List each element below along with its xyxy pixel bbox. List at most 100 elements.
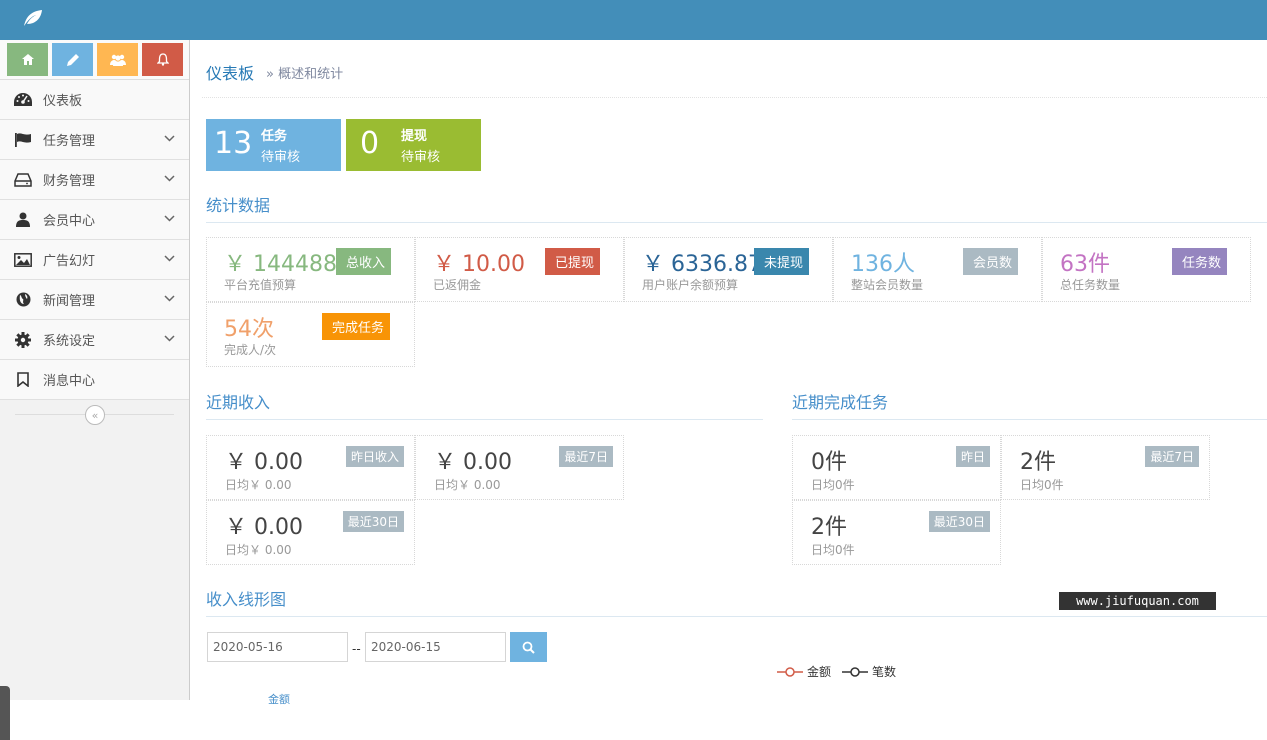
stat-ribbon: 会员数 (963, 248, 1028, 275)
stat-value: ￥ 10.00 (433, 252, 525, 277)
stat-value: ￥ 6336.87 (642, 252, 762, 277)
side-tab (0, 686, 10, 740)
income-yesterday: ￥ 0.00 日均￥ 0.00 昨日收入 (206, 435, 415, 500)
double-chevron-left-icon[interactable]: « (85, 405, 105, 425)
bell-shortcut-button[interactable] (142, 43, 183, 76)
cog-icon (13, 331, 33, 348)
stat-withdrawn: ￥ 10.00 已返佣金 已提现 (415, 237, 624, 302)
sidebar-item-dashboard[interactable]: 仪表板 (0, 80, 189, 120)
legend-line-marker (842, 666, 868, 677)
income-value: ￥ 0.00 (434, 450, 512, 475)
income-desc: 日均￥ 0.00 (225, 478, 292, 492)
flag-icon (13, 132, 33, 148)
hdd-icon (13, 172, 33, 188)
watermark: www.jiufuquan.com (1059, 592, 1216, 610)
dashboard-icon (13, 92, 33, 108)
stat-value: 54次 (224, 317, 274, 342)
bell-icon (156, 53, 169, 66)
date-separator: -- (352, 642, 361, 656)
chevron-down-icon[interactable] (164, 175, 175, 182)
chevron-down-icon[interactable] (164, 255, 175, 262)
legend-amount[interactable]: 金额 (777, 663, 831, 680)
income-30days: ￥ 0.00 日均￥ 0.00 最近30日 (206, 500, 415, 565)
picture-icon (13, 252, 33, 268)
section-title-recent-income: 近期收入 (206, 389, 763, 420)
sidebar-item-label: 财务管理 (43, 174, 96, 189)
stat-desc: 完成人/次 (224, 343, 277, 357)
tasks-7days: 2件 日均0件 最近7日 (1001, 435, 1210, 500)
tasks-desc: 日均0件 (811, 543, 855, 557)
tasks-value: 2件 (1020, 450, 1056, 475)
stat-ribbon: 未提现 (754, 248, 819, 275)
main-content: 仪表板 » 概述和统计 13 任务 待审核 0 提现 待审核 统计数据 ￥ 14… (190, 40, 1267, 706)
sidebar-item-label: 消息中心 (43, 374, 96, 389)
infobox-sublabel: 待审核 (401, 150, 441, 165)
income-value: ￥ 0.00 (225, 515, 303, 540)
infobox-label: 提现 (401, 129, 428, 144)
legend-label: 金额 (807, 665, 832, 679)
sidebar-item-label: 任务管理 (43, 134, 96, 149)
sidebar-item-label: 系统设定 (43, 334, 96, 349)
infobox-number: 0 (360, 126, 380, 161)
chevron-down-icon[interactable] (164, 135, 175, 142)
tasks-tag: 最近7日 (1145, 446, 1199, 467)
chevron-down-icon[interactable] (164, 215, 175, 222)
start-date-input[interactable]: 2020-05-16 (207, 632, 348, 662)
stat-desc: 平台充值预算 (224, 278, 297, 292)
sidebar-item-news[interactable]: 新闻管理 (0, 280, 189, 320)
page-title: 仪表板 (206, 64, 255, 83)
end-date-input[interactable]: 2020-06-15 (365, 632, 506, 662)
sidebar-item-label: 会员中心 (43, 214, 96, 229)
stat-desc: 已返佣金 (433, 278, 482, 292)
stat-total-income: ￥ 144488. 平台充值预算 总收入 (206, 237, 415, 302)
sidebar-item-ads[interactable]: 广告幻灯 (0, 240, 189, 280)
sidebar-collapse: « (0, 400, 189, 430)
leaf-icon[interactable] (22, 8, 44, 28)
pencil-shortcut-button[interactable] (52, 43, 93, 76)
home-shortcut-button[interactable] (7, 43, 48, 76)
income-tag: 昨日收入 (345, 446, 404, 467)
stat-value: 136人 (851, 252, 915, 277)
infobox-sublabel: 待审核 (261, 150, 301, 165)
stat-completed-tasks: 54次 完成人/次 完成任务 (206, 302, 415, 367)
stat-desc: 用户账户余额预算 (642, 278, 739, 292)
stat-ribbon: 完成任务 (322, 313, 400, 340)
infobox-withdraw-pending[interactable]: 0 提现 待审核 (346, 119, 481, 171)
stat-not-withdrawn: ￥ 6336.87 用户账户余额预算 未提现 (624, 237, 833, 302)
chevron-down-icon[interactable] (164, 335, 175, 342)
stat-ribbon: 任务数 (1172, 248, 1237, 275)
globe-icon (13, 292, 33, 308)
tasks-tag: 昨日 (955, 446, 990, 467)
sidebar-item-messages[interactable]: 消息中心 (0, 360, 189, 400)
legend-count[interactable]: 笔数 (842, 663, 896, 680)
legend-label: 笔数 (872, 665, 897, 679)
stat-desc: 总任务数量 (1060, 278, 1121, 292)
infobox-label: 任务 (261, 129, 288, 144)
sidebar-item-tasks[interactable]: 任务管理 (0, 120, 189, 160)
stat-desc: 整站会员数量 (851, 278, 924, 292)
bookmark-icon (13, 372, 33, 388)
income-tag: 最近30日 (342, 511, 404, 532)
sidebar-item-settings[interactable]: 系统设定 (0, 320, 189, 360)
infobox-tasks-pending[interactable]: 13 任务 待审核 (206, 119, 341, 171)
chart-series-label: 金额 (268, 693, 290, 706)
sidebar-item-members[interactable]: 会员中心 (0, 200, 189, 240)
sidebar-shortcuts (0, 40, 189, 80)
section-title-stats: 统计数据 (206, 192, 1267, 223)
chevron-down-icon[interactable] (164, 295, 175, 302)
sidebar: 仪表板 任务管理 财务管理 会员中心 广告幻灯 新闻管理 系统设定 消息中心 « (0, 40, 190, 740)
sidebar-item-label: 仪表板 (43, 94, 83, 109)
tasks-value: 0件 (811, 450, 847, 475)
page-subtitle: » 概述和统计 (266, 67, 344, 82)
sidebar-item-finance[interactable]: 财务管理 (0, 160, 189, 200)
pencil-icon (66, 53, 79, 66)
legend-line-marker (777, 666, 803, 677)
tasks-value: 2件 (811, 515, 847, 540)
home-icon (21, 54, 34, 65)
top-navbar (0, 0, 1267, 40)
stat-ribbon: 已提现 (545, 248, 610, 275)
tasks-30days: 2件 日均0件 最近30日 (792, 500, 1001, 565)
search-button[interactable] (510, 632, 547, 662)
income-desc: 日均￥ 0.00 (434, 478, 501, 492)
users-shortcut-button[interactable] (97, 43, 138, 76)
